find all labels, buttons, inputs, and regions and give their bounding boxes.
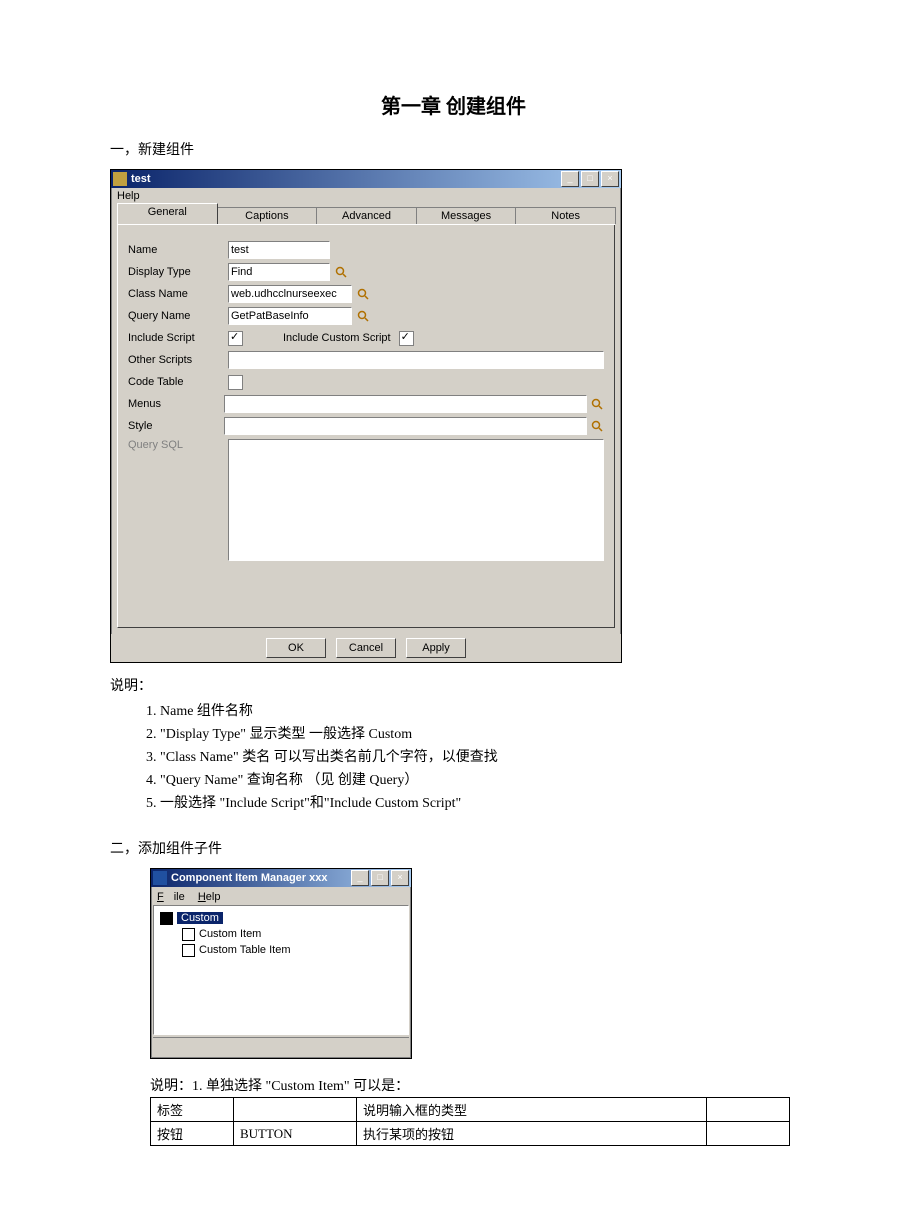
chapter-title: 第一章 创建组件 [110, 90, 797, 119]
tree-label: Custom [177, 912, 223, 924]
search-icon[interactable] [591, 397, 604, 411]
menubar: File Help [153, 889, 409, 905]
section-2-label: 二，添加组件子件 [110, 838, 797, 858]
explain-item: Name 组件名称 [160, 701, 797, 722]
label-code-table: Code Table [128, 376, 228, 388]
label-style: Style [128, 420, 224, 432]
table-cell: 执行某项的按钮 [357, 1122, 707, 1146]
include-script-checkbox[interactable] [228, 331, 243, 346]
search-icon[interactable] [356, 309, 370, 323]
query-name-input[interactable] [228, 307, 352, 325]
query-sql-textarea[interactable] [228, 439, 604, 561]
code-table-checkbox[interactable] [228, 375, 243, 390]
checkbox-icon[interactable] [160, 912, 173, 925]
explain-list: Name 组件名称 "Display Type" 显示类型 一般选择 Custo… [160, 701, 797, 814]
tab-notes[interactable]: Notes [515, 207, 616, 224]
app-icon [153, 871, 167, 885]
tab-captions[interactable]: Captions [217, 207, 318, 224]
label-include-script: Include Script [128, 332, 228, 344]
window-title: test [131, 173, 561, 185]
close-button[interactable]: × [391, 870, 409, 886]
table-row: 标签 说明输入框的类型 [151, 1098, 790, 1122]
menus-input[interactable] [224, 395, 586, 413]
window-test: test _ □ × Help General Captions Advance… [110, 169, 622, 663]
label-name: Name [128, 244, 228, 256]
display-type-input[interactable] [228, 263, 330, 281]
titlebar: test _ □ × [111, 170, 621, 188]
tab-advanced[interactable]: Advanced [316, 207, 417, 224]
maximize-button[interactable]: □ [581, 171, 599, 187]
menu-help[interactable]: Help [198, 891, 221, 903]
table-cell: 标签 [151, 1098, 234, 1122]
label-query-sql: Query SQL [128, 439, 228, 451]
minimize-button[interactable]: _ [351, 870, 369, 886]
close-button[interactable]: × [601, 171, 619, 187]
window-component-item-manager: Component Item Manager xxx _ □ × File He… [150, 868, 412, 1059]
table-cell: BUTTON [234, 1122, 357, 1146]
explain-item: "Display Type" 显示类型 一般选择 Custom [160, 724, 797, 745]
minimize-button[interactable]: _ [561, 171, 579, 187]
table-cell [707, 1098, 790, 1122]
tab-panel-general: Name Display Type Class Name Query Name … [117, 225, 615, 628]
titlebar: Component Item Manager xxx _ □ × [151, 869, 411, 887]
table-cell [707, 1122, 790, 1146]
tree-view[interactable]: Custom Custom Item Custom Table Item [153, 905, 409, 1035]
tab-messages[interactable]: Messages [416, 207, 517, 224]
checkbox-icon[interactable] [182, 928, 195, 941]
tab-general[interactable]: General [117, 203, 218, 224]
explain2-label: 说明：1. 单独选择 "Custom Item" 可以是： [150, 1075, 797, 1095]
label-class-name: Class Name [128, 288, 228, 300]
menu-help[interactable]: Help [111, 188, 621, 204]
apply-button[interactable]: Apply [406, 638, 466, 658]
tree-item-custom-item[interactable]: Custom Item [158, 926, 404, 942]
table-cell: 按钮 [151, 1122, 234, 1146]
explain-item: 一般选择 "Include Script"和"Include Custom Sc… [160, 793, 797, 814]
explain-label: 说明： [110, 675, 797, 695]
other-scripts-input[interactable] [228, 351, 604, 369]
label-menus: Menus [128, 398, 224, 410]
label-other-scripts: Other Scripts [128, 354, 228, 366]
tree-label: Custom Table Item [199, 944, 291, 956]
label-display-type: Display Type [128, 266, 228, 278]
explain-item: "Query Name" 查询名称 （见 创建 Query） [160, 770, 797, 791]
app-icon [113, 172, 127, 186]
tree-item-custom-table-item[interactable]: Custom Table Item [158, 942, 404, 958]
search-icon[interactable] [334, 265, 348, 279]
window-title: Component Item Manager xxx [171, 872, 351, 884]
class-name-input[interactable] [228, 285, 352, 303]
table-row: 按钮 BUTTON 执行某项的按钮 [151, 1122, 790, 1146]
status-bar [153, 1037, 409, 1056]
label-include-custom-script: Include Custom Script [283, 332, 391, 344]
include-custom-script-checkbox[interactable] [399, 331, 414, 346]
menu-file[interactable]: File [157, 891, 185, 903]
table-cell [234, 1098, 357, 1122]
checkbox-icon[interactable] [182, 944, 195, 957]
cancel-button[interactable]: Cancel [336, 638, 396, 658]
tree-label: Custom Item [199, 928, 261, 940]
ok-button[interactable]: OK [266, 638, 326, 658]
button-row: OK Cancel Apply [111, 634, 621, 662]
search-icon[interactable] [591, 419, 604, 433]
explain-item: "Class Name" 类名 可以写出类名前几个字符，以便查找 [160, 747, 797, 768]
maximize-button[interactable]: □ [371, 870, 389, 886]
table-cell: 说明输入框的类型 [357, 1098, 707, 1122]
label-query-name: Query Name [128, 310, 228, 322]
search-icon[interactable] [356, 287, 370, 301]
style-input[interactable] [224, 417, 586, 435]
tree-root[interactable]: Custom [158, 910, 404, 926]
name-input[interactable] [228, 241, 330, 259]
section-1-label: 一，新建组件 [110, 139, 797, 159]
tabstrip: General Captions Advanced Messages Notes [117, 204, 615, 225]
